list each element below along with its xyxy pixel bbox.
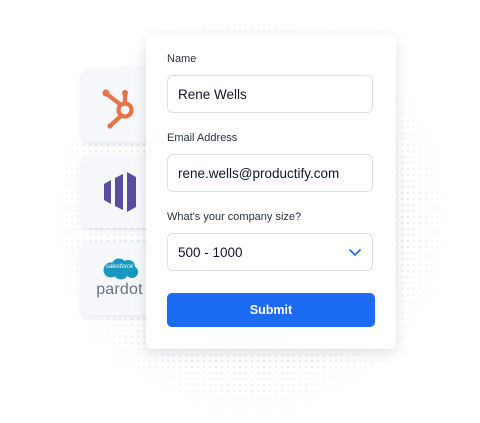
name-label: Name <box>167 53 197 65</box>
salesforce-wordmark: salesforce <box>105 264 134 270</box>
submit-button[interactable]: Submit <box>167 293 375 327</box>
email-field[interactable]: rene.wells@productify.com <box>167 154 373 192</box>
salesforce-cloud-icon: salesforce <box>101 258 139 280</box>
name-value: Rene Wells <box>178 86 247 102</box>
marketo-icon <box>103 171 136 212</box>
pardot-wordmark: pardot <box>96 281 143 298</box>
name-field[interactable]: Rene Wells <box>167 75 373 113</box>
chevron-down-icon <box>349 249 361 256</box>
email-label: Email Address <box>167 132 238 144</box>
hubspot-icon <box>102 89 134 129</box>
company-size-select[interactable]: 500 - 1000 <box>167 233 373 271</box>
email-value: rene.wells@productify.com <box>178 165 340 181</box>
company-size-label: What's your company size? <box>167 211 302 223</box>
company-size-value: 500 - 1000 <box>178 244 243 260</box>
lead-form: Name Rene Wells Email Address rene.wells… <box>146 35 396 349</box>
